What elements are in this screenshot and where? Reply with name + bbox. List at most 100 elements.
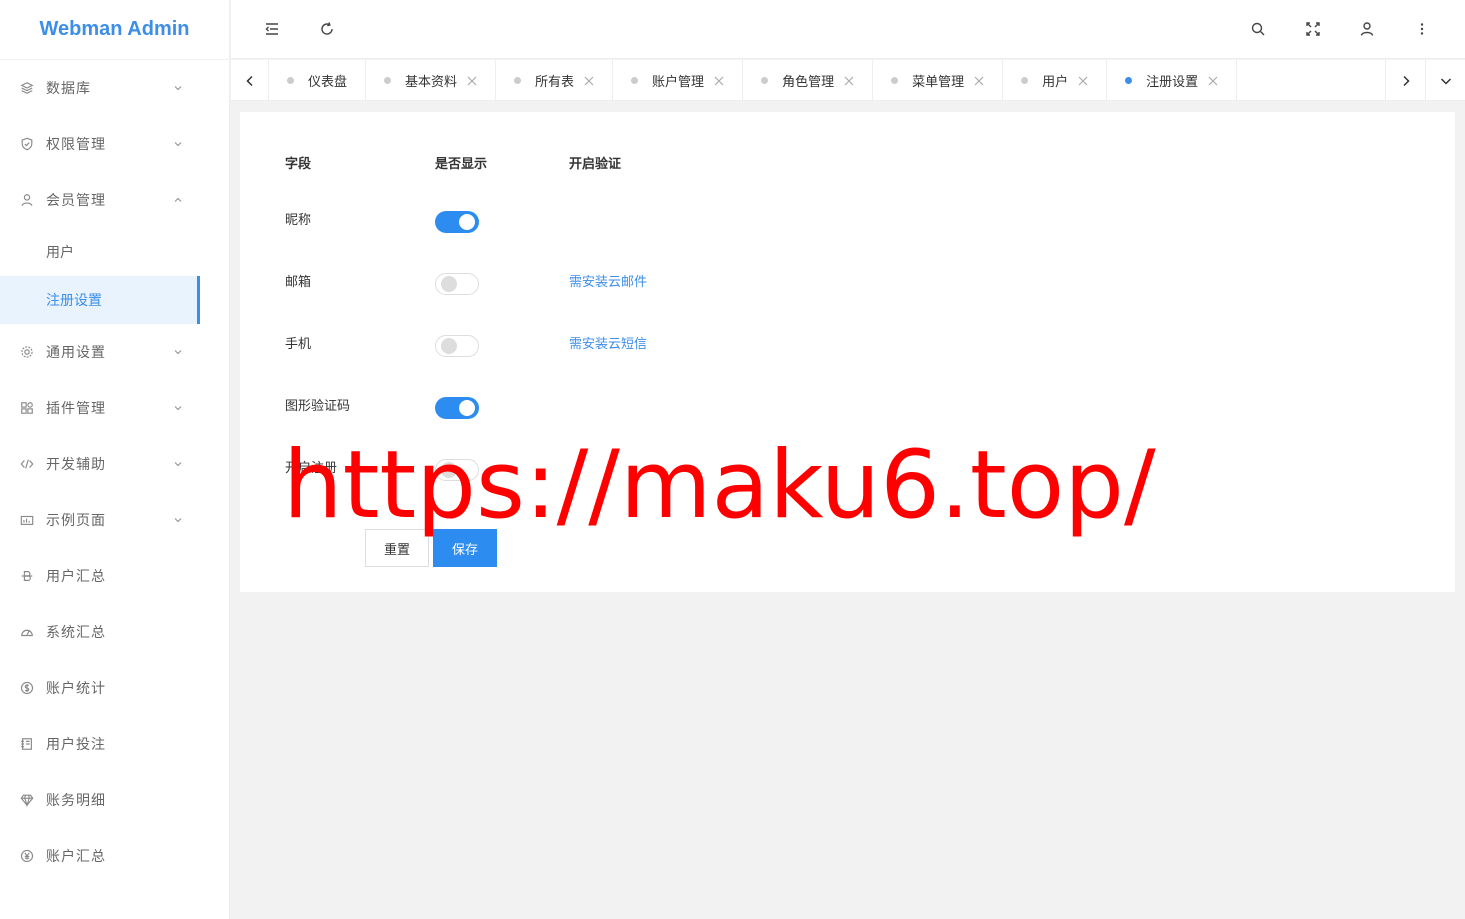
sidebar-subitem-users[interactable]: 用户 (0, 228, 229, 276)
tab-more-dropdown[interactable] (1425, 60, 1465, 101)
chevron-left-icon (245, 75, 253, 86)
tab-status-dot (287, 77, 294, 84)
field-label-phone: 手机 (285, 337, 312, 352)
sidebar-item-system-summary[interactable]: 系统汇总 (0, 604, 229, 660)
yen-circle-icon (20, 849, 34, 863)
field-label-email: 邮箱 (285, 275, 312, 290)
close-icon[interactable] (714, 76, 724, 86)
register-settings-card (240, 112, 1455, 592)
tab-dashboard[interactable]: 仪表盘 (269, 60, 367, 101)
tab-label: 仪表盘 (308, 75, 348, 90)
sidebar-item-label: 数据库 (46, 81, 91, 97)
tab-scroll-right-button[interactable] (1385, 60, 1425, 101)
gauge-icon (20, 625, 34, 639)
app-title: Webman Admin (39, 18, 190, 40)
sidebar-item-account-summary[interactable]: 账户汇总 (0, 828, 229, 884)
toggle-knob (459, 400, 475, 416)
chevron-down-icon (174, 406, 182, 411)
search-icon[interactable] (1248, 19, 1268, 39)
sidebar-item-examples[interactable]: 示例页面 (0, 492, 229, 548)
phone-visible-toggle[interactable] (435, 335, 479, 357)
close-icon[interactable] (1208, 76, 1218, 86)
tab-basic-info[interactable]: 基本资料 (366, 60, 497, 101)
tab-status-dot (514, 77, 522, 84)
sidebar-item-user-summary[interactable]: 用户汇总 (0, 548, 229, 604)
field-label-captcha: 图形验证码 (285, 399, 351, 414)
sidebar-item-permissions[interactable]: 权限管理 (0, 116, 229, 172)
diamond-icon (20, 793, 34, 807)
tab-account-management[interactable]: 账户管理 (613, 60, 744, 101)
tab-users[interactable]: 用户 (1003, 60, 1108, 101)
apps-icon (20, 401, 34, 415)
tab-scroll-left-button[interactable] (231, 60, 269, 101)
tab-bar: 仪表盘 基本资料 所有表 账户管理 角色管理 菜单管理 用户 注册设置 (231, 60, 1465, 101)
chevron-down-icon (174, 86, 182, 91)
tab-all-tables[interactable]: 所有表 (496, 60, 614, 101)
save-button[interactable]: 保存 (433, 529, 497, 567)
close-icon[interactable] (584, 76, 594, 86)
user-icon[interactable] (1357, 19, 1377, 39)
reset-button[interactable]: 重置 (365, 529, 429, 567)
sidebar-item-account-details[interactable]: 账务明细 (0, 772, 229, 828)
tab-label: 注册设置 (1146, 75, 1199, 90)
tab-label: 账户管理 (652, 75, 705, 90)
column-header-visible: 是否显示 (435, 157, 488, 172)
database-icon (20, 81, 34, 95)
column-header-field: 字段 (285, 157, 312, 172)
sidebar-item-label: 用户投注 (46, 737, 106, 753)
install-cloud-email-link[interactable]: 需安装云邮件 (569, 271, 647, 290)
captcha-visible-toggle[interactable] (435, 397, 479, 419)
tab-role-management[interactable]: 角色管理 (743, 60, 874, 101)
chevron-down-icon (174, 462, 182, 467)
tab-status-dot (384, 77, 392, 84)
close-icon[interactable] (844, 76, 854, 86)
tab-status-dot (1125, 77, 1133, 84)
tab-status-dot (761, 77, 769, 84)
sidebar-item-account-stats[interactable]: 账户统计 (0, 660, 229, 716)
sidebar-item-user-bets[interactable]: 用户投注 (0, 716, 229, 772)
sidebar-item-label: 账务明细 (46, 793, 106, 809)
sidebar-item-database[interactable]: 数据库 (0, 60, 229, 116)
sidebar-subitem-register-settings[interactable]: 注册设置 (0, 276, 200, 324)
sidebar-item-label: 权限管理 (46, 137, 106, 153)
tab-label: 基本资料 (405, 75, 458, 90)
sidebar-item-plugins[interactable]: 插件管理 (0, 380, 229, 436)
close-icon[interactable] (974, 76, 984, 86)
tab-label: 用户 (1042, 75, 1069, 90)
dollar-circle-icon (20, 681, 34, 695)
app-logo[interactable]: Webman Admin (0, 0, 229, 60)
tab-label: 菜单管理 (912, 75, 965, 90)
collapse-menu-icon[interactable] (262, 19, 282, 39)
top-header (231, 0, 1465, 59)
sidebar-item-general-settings[interactable]: 通用设置 (0, 324, 229, 380)
close-icon[interactable] (1078, 76, 1088, 86)
chevron-down-icon (174, 518, 182, 523)
shield-icon (20, 137, 34, 151)
tab-list: 仪表盘 基本资料 所有表 账户管理 角色管理 菜单管理 用户 注册设置 (269, 60, 1238, 101)
sidebar-item-label: 账户统计 (46, 681, 106, 697)
tab-label: 角色管理 (782, 75, 835, 90)
close-icon[interactable] (467, 76, 477, 86)
sidebar-item-members[interactable]: 会员管理 (0, 172, 229, 228)
code-icon (20, 457, 34, 471)
more-icon[interactable] (1412, 19, 1432, 39)
chevron-down-icon (174, 142, 182, 147)
email-visible-toggle[interactable] (435, 273, 479, 295)
notebook-icon (20, 737, 34, 751)
enable-register-toggle[interactable] (435, 459, 479, 481)
sidebar-subitem-label: 用户 (46, 245, 74, 261)
sidebar-item-label: 开发辅助 (46, 457, 106, 473)
tab-status-dot (1021, 77, 1029, 84)
tab-menu-management[interactable]: 菜单管理 (873, 60, 1004, 101)
install-cloud-sms-link[interactable]: 需安装云短信 (569, 333, 647, 352)
toggle-knob (441, 276, 457, 292)
nickname-visible-toggle[interactable] (435, 211, 479, 233)
sidebar-item-label: 系统汇总 (46, 625, 106, 641)
tab-register-settings[interactable]: 注册设置 (1107, 60, 1238, 101)
chevron-right-icon (1402, 75, 1410, 86)
sidebar-item-dev-tools[interactable]: 开发辅助 (0, 436, 229, 492)
sidebar-item-label: 示例页面 (46, 513, 106, 529)
fullscreen-icon[interactable] (1303, 19, 1323, 39)
toggle-knob (441, 462, 457, 478)
refresh-icon[interactable] (317, 19, 337, 39)
